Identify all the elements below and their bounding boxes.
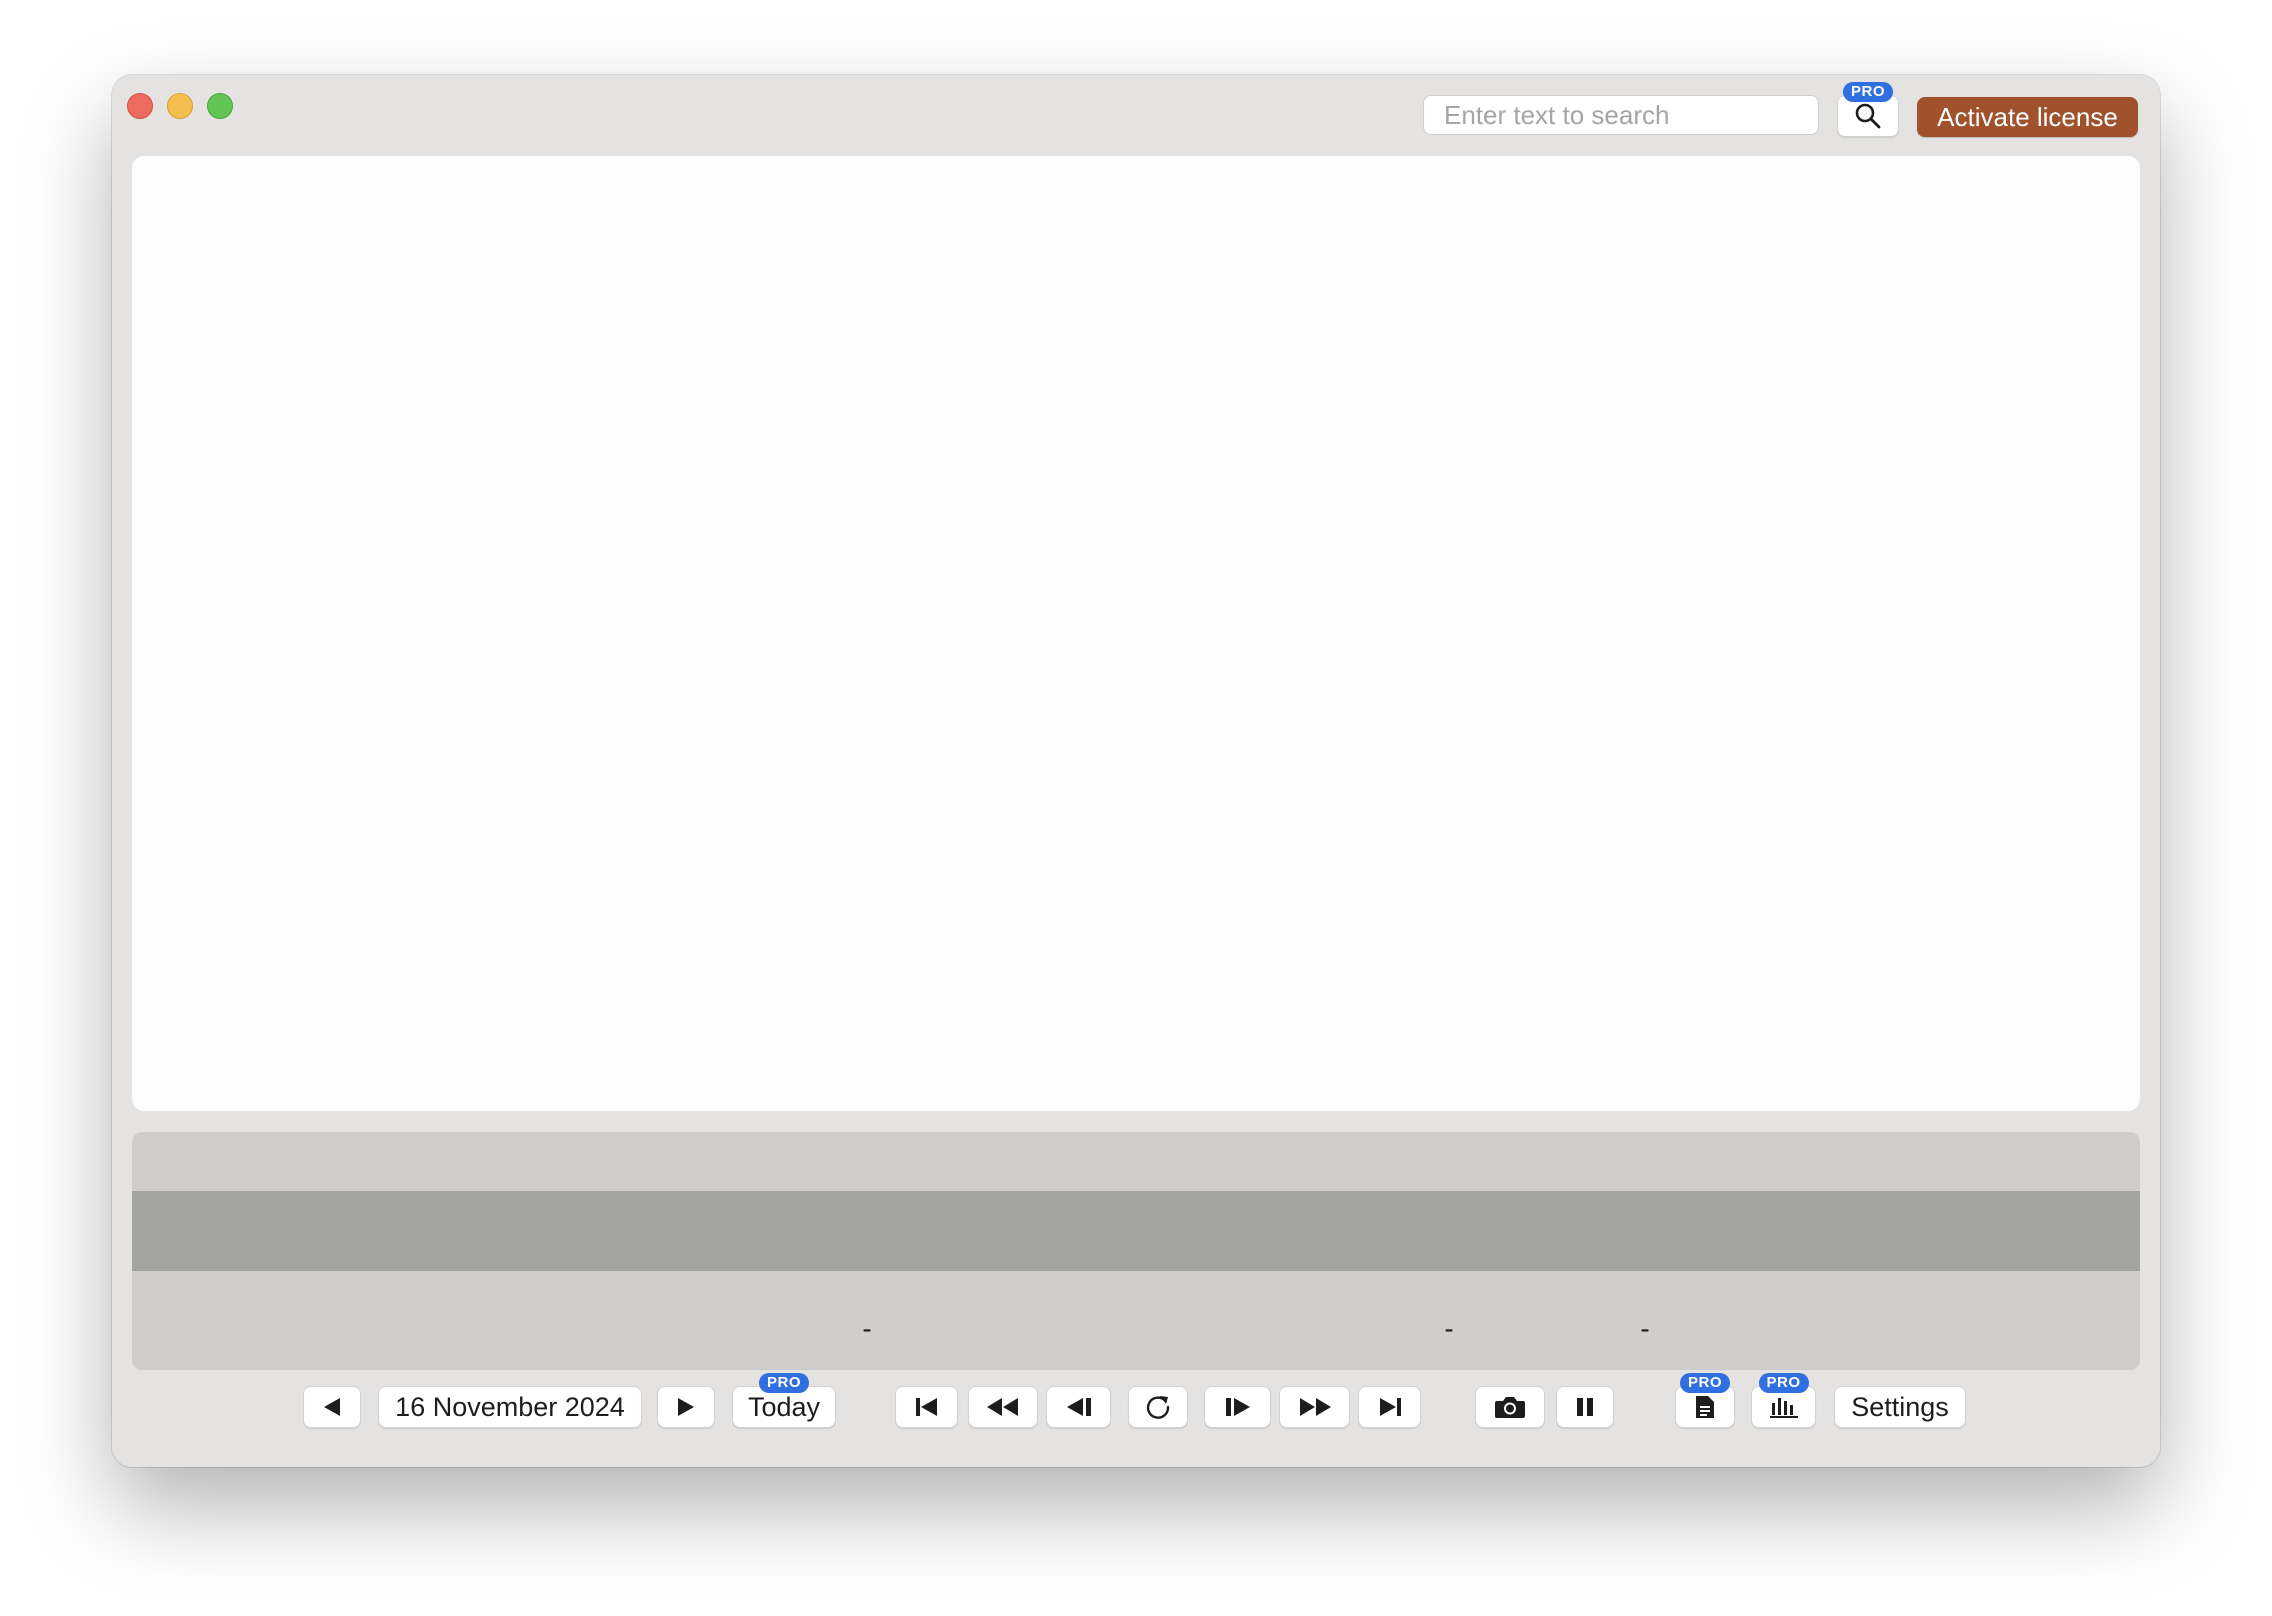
search-button[interactable]: PRO — [1837, 82, 1899, 137]
triangle-right-icon — [674, 1395, 698, 1419]
fast-forward-button[interactable] — [1279, 1386, 1350, 1428]
today-button[interactable]: PRO Today — [732, 1373, 836, 1428]
screenshot-button[interactable] — [1475, 1386, 1545, 1428]
rewind-button[interactable] — [968, 1386, 1038, 1428]
pro-badge: PRO — [1758, 1373, 1809, 1393]
date-picker-button[interactable]: 16 November 2024 — [378, 1386, 642, 1428]
step-forward-icon — [1224, 1396, 1252, 1418]
today-label: Today — [747, 1391, 821, 1422]
step-back-button[interactable] — [1046, 1386, 1111, 1428]
bar-chart-icon — [1769, 1395, 1799, 1419]
reload-button[interactable] — [1128, 1386, 1188, 1428]
previous-day-button[interactable] — [303, 1386, 361, 1428]
screenshot-viewer[interactable] — [132, 156, 2140, 1111]
minimize-window-button[interactable] — [167, 93, 193, 119]
camera-icon — [1494, 1394, 1526, 1420]
document-icon — [1694, 1394, 1716, 1420]
next-day-button[interactable] — [657, 1386, 715, 1428]
triangle-left-icon — [320, 1395, 344, 1419]
fast-forward-icon — [1297, 1396, 1333, 1418]
pause-icon — [1575, 1396, 1595, 1418]
pro-badge: PRO — [1679, 1373, 1731, 1393]
maximize-window-button[interactable] — [207, 93, 233, 119]
step-back-icon — [1065, 1396, 1093, 1418]
activate-license-button[interactable]: Activate license — [1917, 97, 2138, 137]
settings-button[interactable]: Settings — [1834, 1386, 1966, 1428]
separator: - — [1444, 1313, 1454, 1344]
app-window: PRO Activate license — [112, 75, 2160, 1467]
rewind-icon — [985, 1396, 1021, 1418]
report-button[interactable]: PRO — [1675, 1373, 1735, 1428]
skip-to-start-icon — [914, 1396, 940, 1418]
timeline[interactable] — [132, 1132, 2140, 1370]
search-input[interactable] — [1423, 95, 1819, 135]
close-window-button[interactable] — [127, 93, 153, 119]
reload-icon — [1144, 1393, 1172, 1421]
pause-button[interactable] — [1556, 1386, 1614, 1428]
skip-to-start-button[interactable] — [895, 1386, 958, 1428]
search-icon — [1854, 102, 1882, 130]
pro-badge: PRO — [1842, 82, 1894, 102]
skip-to-end-icon — [1377, 1396, 1403, 1418]
pro-badge: PRO — [758, 1373, 810, 1393]
timeline-track[interactable] — [132, 1191, 2140, 1271]
separator: - — [1640, 1313, 1650, 1344]
step-forward-button[interactable] — [1204, 1386, 1271, 1428]
statistics-button[interactable]: PRO — [1751, 1373, 1816, 1428]
separator: - — [862, 1313, 872, 1344]
skip-to-end-button[interactable] — [1358, 1386, 1421, 1428]
